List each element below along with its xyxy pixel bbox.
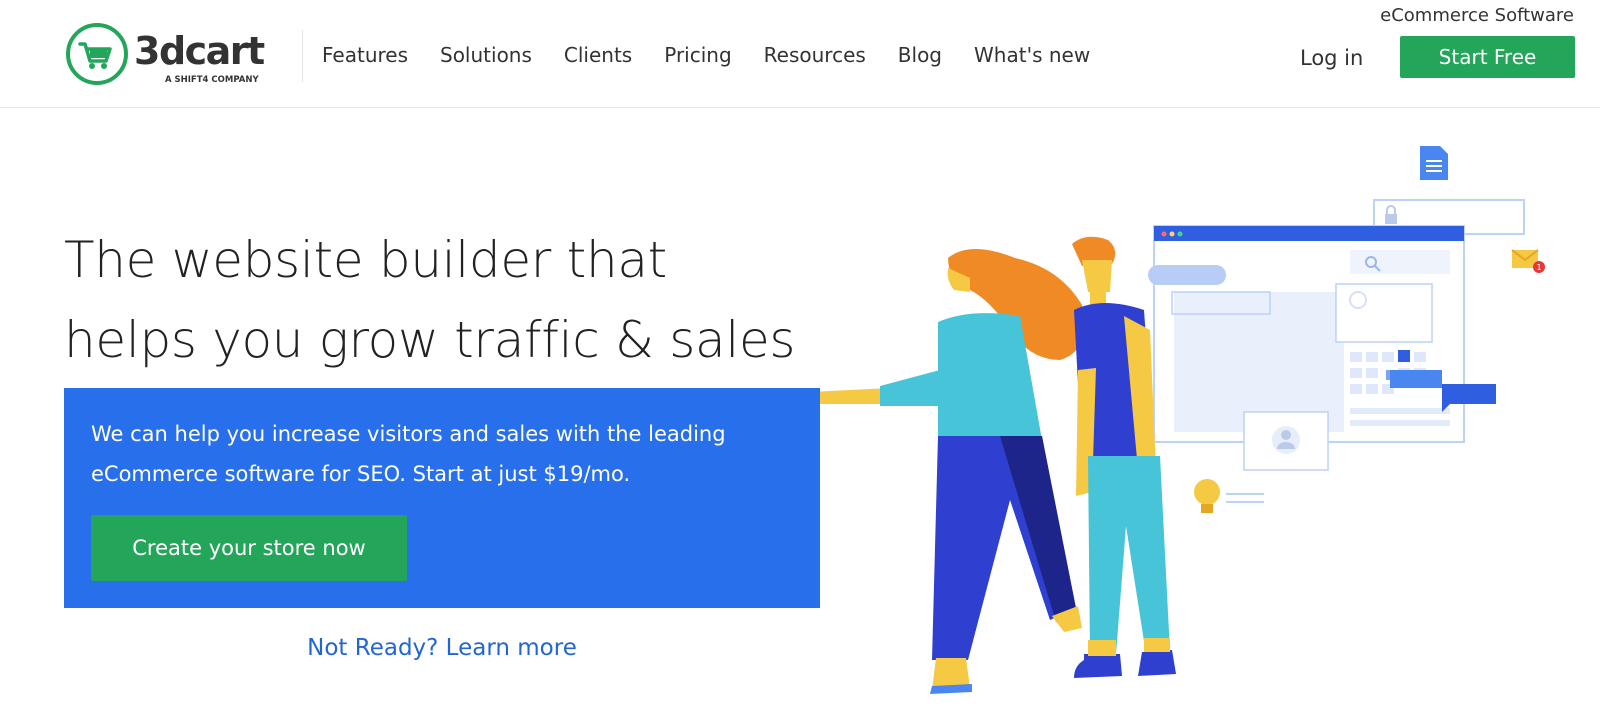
top-tagline[interactable]: eCommerce Software (1380, 4, 1574, 28)
start-free-button[interactable]: Start Free (1400, 36, 1575, 78)
hero-illustration: 1 (820, 146, 1545, 694)
nav-item-whats-new[interactable]: What's new (974, 40, 1090, 70)
logo-tagline: A SHIFT4 COMPANY (165, 75, 259, 85)
login-link[interactable]: Log in (1300, 44, 1363, 72)
logo-wordmark: 3dcart (134, 29, 265, 73)
hero-headline: The website builder that helps you grow … (64, 220, 844, 380)
learn-more-link[interactable]: Not Ready? Learn more (64, 628, 820, 668)
nav-item-features[interactable]: Features (322, 40, 408, 70)
hero-promo-box: We can help you increase visitors and sa… (64, 388, 820, 608)
notification-badge: 1 (1536, 263, 1541, 272)
woman-figure (820, 249, 1085, 694)
nav-item-pricing[interactable]: Pricing (664, 40, 731, 70)
logo-3dcart[interactable]: 3dcart A SHIFT4 COMPANY (64, 20, 294, 90)
lightbulb-icon (1194, 479, 1264, 513)
user-avatar-icon (1281, 430, 1291, 440)
hero-headline-line-1: The website builder that (64, 231, 667, 289)
nav-item-clients[interactable]: Clients (564, 40, 632, 70)
hero-headline-line-2: helps you grow traffic & sales (64, 311, 796, 369)
nav-item-solutions[interactable]: Solutions (440, 40, 532, 70)
mail-icon: 1 (1511, 249, 1545, 273)
document-icon (1420, 146, 1448, 180)
main-nav: Features Solutions Clients Pricing Resou… (322, 40, 1122, 70)
hero-description: We can help you increase visitors and sa… (91, 422, 726, 486)
create-store-button[interactable]: Create your store now (91, 515, 407, 581)
site-header: 3dcart A SHIFT4 COMPANY Features Solutio… (0, 0, 1600, 108)
nav-item-blog[interactable]: Blog (898, 40, 942, 70)
nav-item-resources[interactable]: Resources (764, 40, 866, 70)
logo-divider (302, 30, 303, 82)
browser-window-graphic (1148, 225, 1496, 471)
